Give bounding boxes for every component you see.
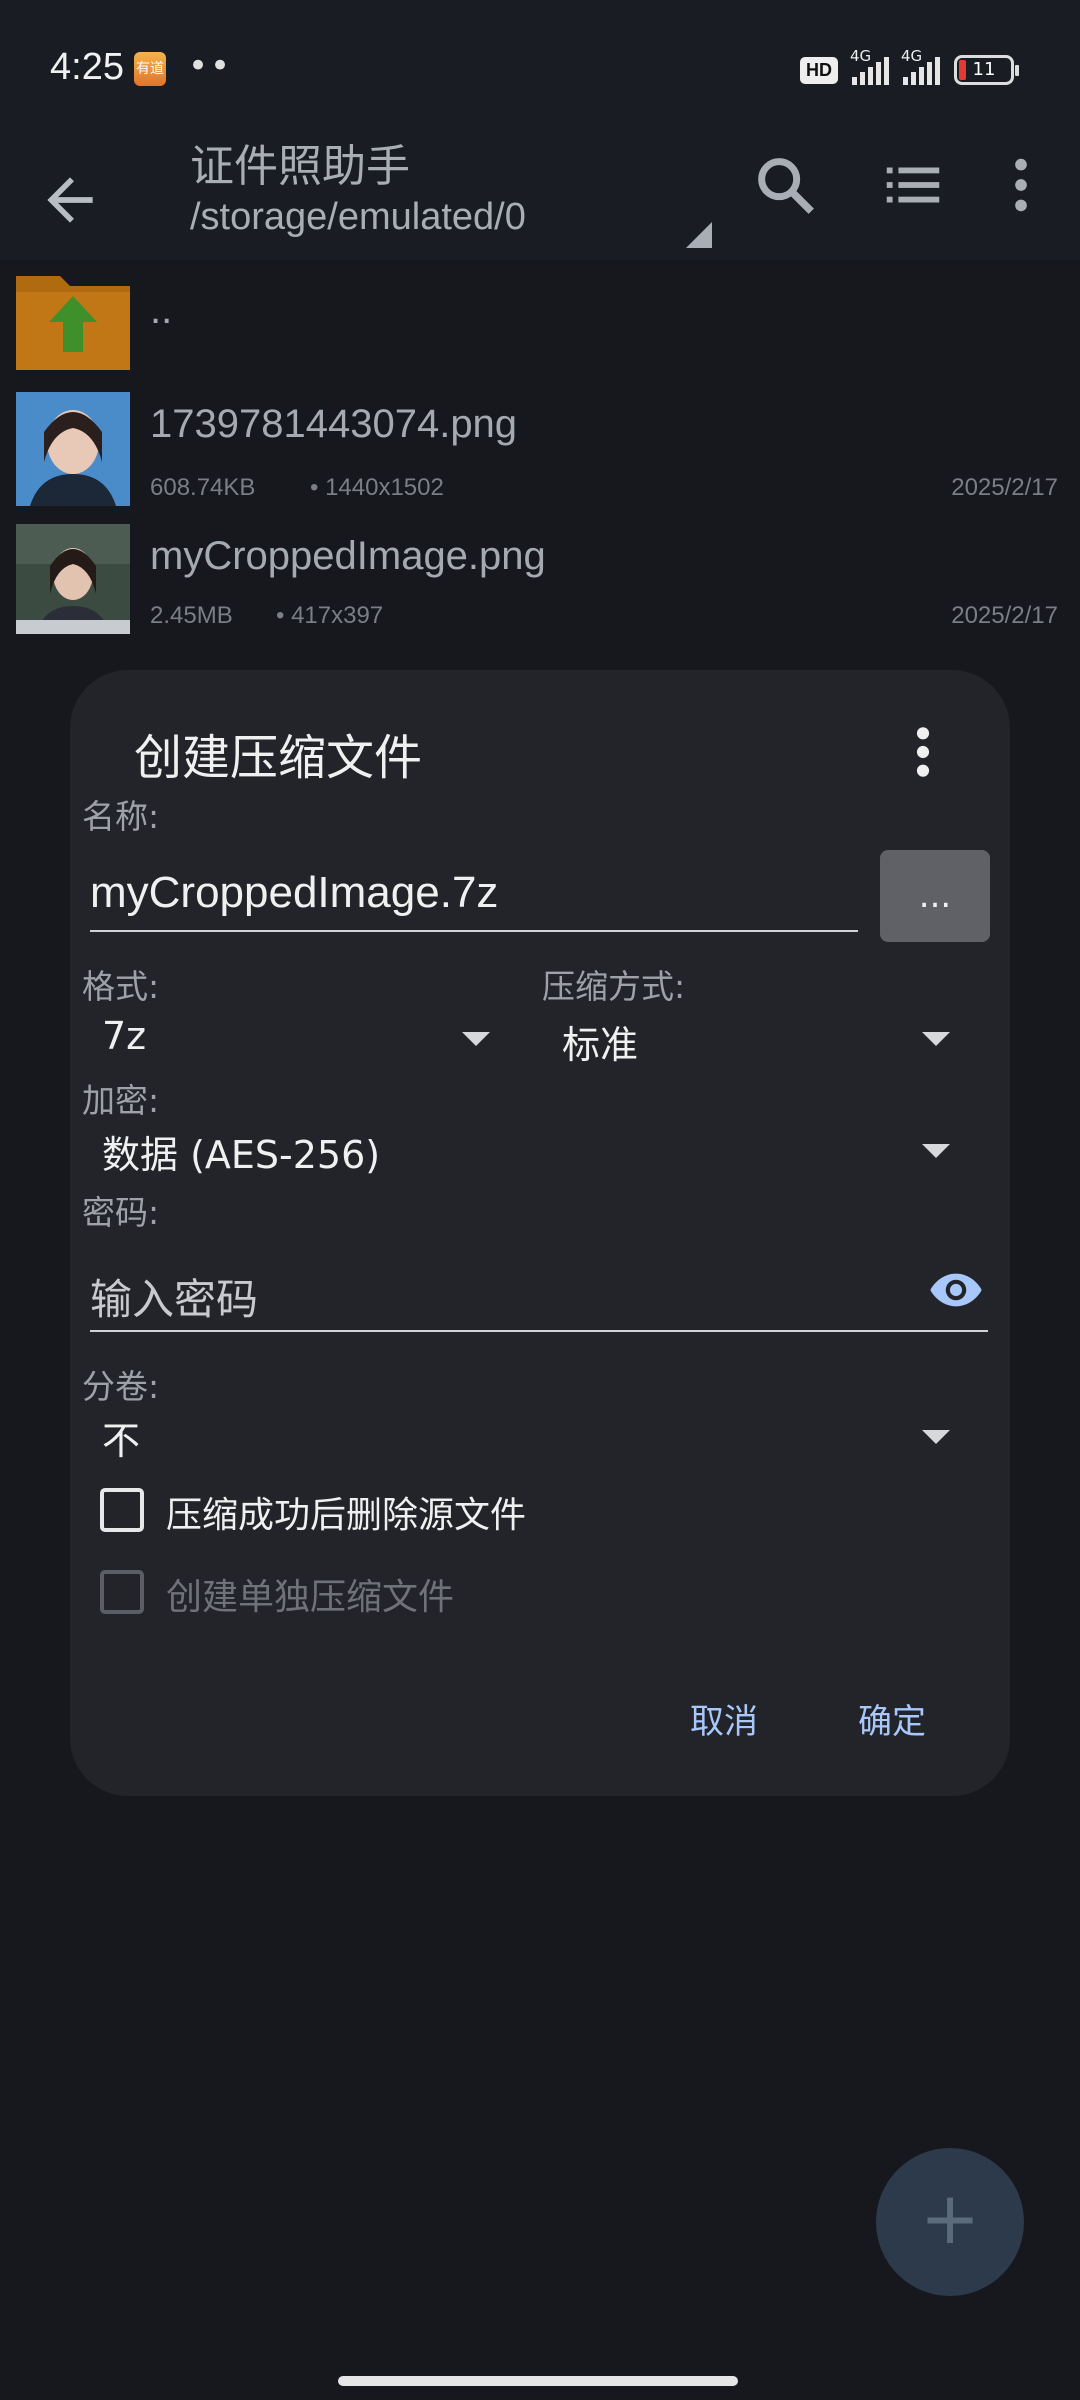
volume-dropdown-icon[interactable]: [922, 1430, 950, 1444]
separate-archive-checkbox: [100, 1570, 144, 1614]
dialog-title: 创建压缩文件: [134, 730, 423, 786]
volume-select[interactable]: 不: [102, 1410, 140, 1465]
password-input-underline: [90, 1330, 988, 1332]
path-dropdown-icon[interactable]: [686, 222, 712, 248]
file-dimensions: • 1440x1502: [310, 474, 444, 501]
volume-label: 分卷:: [82, 1367, 160, 1406]
image-thumbnail: [16, 392, 130, 506]
ok-button[interactable]: 确定: [858, 1694, 926, 1743]
separate-archive-label: 创建单独压缩文件: [166, 1577, 455, 1618]
name-input-underline: [90, 930, 858, 932]
status-right: HD 4G 4G 11: [800, 47, 1019, 88]
battery-level: 11: [972, 59, 996, 80]
format-select[interactable]: 7z: [102, 1014, 146, 1058]
file-size: 2.45MB: [150, 602, 233, 629]
encrypt-select[interactable]: 数据 (AES-256): [102, 1124, 380, 1179]
format-dropdown-icon[interactable]: [462, 1032, 490, 1046]
password-input[interactable]: 输入密码: [90, 1266, 258, 1327]
format-label: 格式:: [82, 967, 160, 1006]
signal-icon: 4G: [850, 47, 889, 85]
signal-icon-2: 4G: [901, 47, 940, 85]
notification-dots: ••: [188, 46, 233, 86]
notification-app-icon: 有道: [134, 52, 166, 86]
add-fab-button[interactable]: +: [876, 2148, 1024, 2296]
file-dimensions: • 417x397: [276, 602, 384, 629]
encrypt-label: 加密:: [82, 1081, 160, 1120]
archive-name-input[interactable]: myCroppedImage.7z: [90, 868, 498, 918]
search-icon[interactable]: [750, 150, 820, 220]
file-name: ..: [150, 288, 173, 332]
list-view-icon[interactable]: [878, 150, 948, 220]
browse-button[interactable]: ...: [880, 850, 990, 942]
list-item-parent[interactable]: ..: [0, 268, 1080, 376]
file-date: 2025/2/17: [951, 602, 1058, 629]
more-options-icon[interactable]: [986, 150, 1056, 220]
app-title: 证件照助手: [190, 141, 410, 192]
hd-voice-icon: HD: [800, 56, 838, 84]
status-bar: 4:25 有道 •• HD 4G 4G 11: [0, 0, 1080, 140]
delete-source-checkbox[interactable]: [100, 1488, 144, 1532]
method-dropdown-icon[interactable]: [922, 1032, 950, 1046]
list-item[interactable]: 1739781443074.png 608.74KB • 1440x1502 2…: [0, 392, 1080, 512]
current-path[interactable]: /storage/emulated/0: [190, 196, 526, 239]
file-date: 2025/2/17: [951, 474, 1058, 501]
show-password-eye-icon[interactable]: [926, 1262, 986, 1318]
encrypt-dropdown-icon[interactable]: [922, 1144, 950, 1158]
delete-source-label[interactable]: 压缩成功后删除源文件: [166, 1486, 526, 1538]
image-thumbnail: [16, 524, 130, 634]
file-name: myCroppedImage.png: [150, 534, 546, 578]
password-label: 密码:: [82, 1193, 160, 1232]
cancel-button[interactable]: 取消: [690, 1694, 758, 1743]
gesture-nav-bar[interactable]: [338, 2376, 738, 2386]
name-label: 名称:: [82, 797, 160, 836]
status-time: 4:25: [50, 46, 124, 88]
file-name: 1739781443074.png: [150, 402, 518, 446]
create-archive-dialog: 创建压缩文件 名称: myCroppedImage.7z ... 格式: 7z …: [70, 670, 1010, 1796]
method-label: 压缩方式:: [542, 967, 686, 1006]
back-arrow-icon[interactable]: [36, 166, 104, 234]
battery-icon: 11: [954, 55, 1019, 85]
folder-up-icon: [16, 276, 130, 370]
list-item[interactable]: myCroppedImage.png 2.45MB • 417x397 2025…: [0, 524, 1080, 636]
file-size: 608.74KB: [150, 474, 256, 501]
method-select[interactable]: 标准: [562, 1014, 638, 1069]
dialog-more-icon[interactable]: [908, 724, 938, 780]
